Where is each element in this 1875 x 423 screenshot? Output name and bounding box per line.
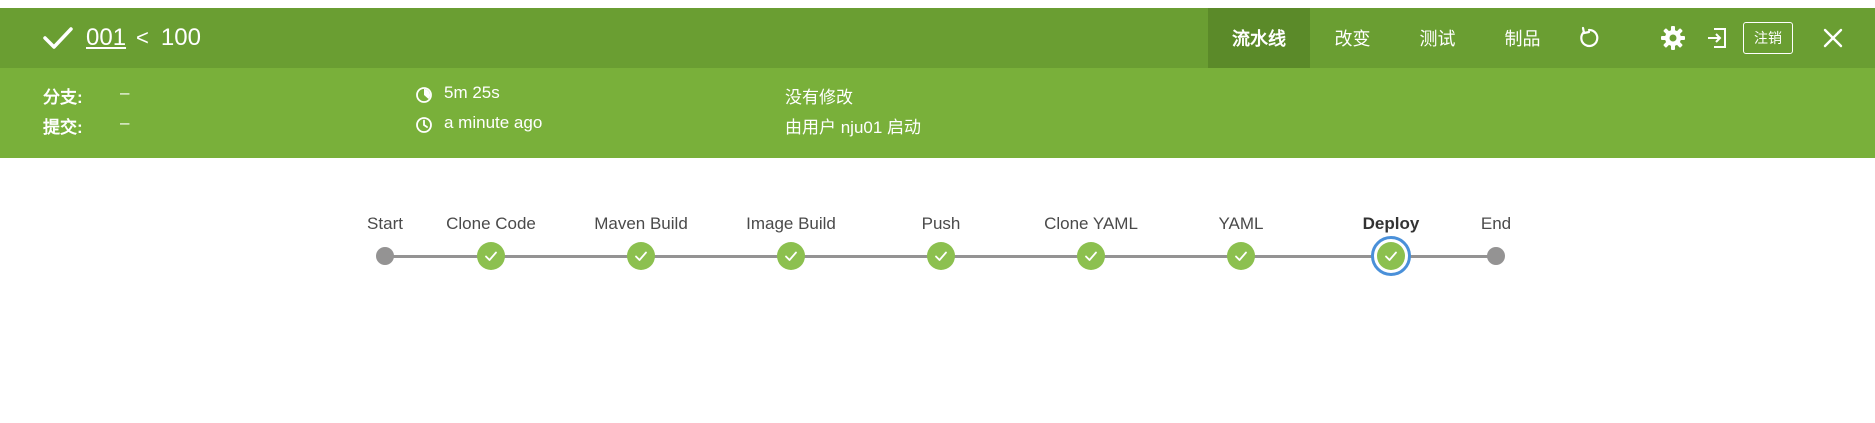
gear-icon bbox=[1661, 26, 1685, 50]
success-check-icon bbox=[785, 251, 797, 261]
success-check-icon bbox=[1235, 251, 1247, 261]
stage-label-deploy: Deploy bbox=[1362, 214, 1420, 233]
pipeline-graph: Start Clone Code Maven Build Image Build Pus… bbox=[0, 158, 1875, 423]
stage-label-clone-code: Clone Code bbox=[446, 214, 536, 233]
stage-label-image-build: Image Build bbox=[746, 214, 836, 233]
check-icon bbox=[43, 27, 73, 49]
tab-tests[interactable]: 测试 bbox=[1395, 8, 1480, 68]
run-total: 100 bbox=[160, 24, 201, 51]
tab-artifacts[interactable]: 制品 bbox=[1480, 8, 1565, 68]
settings-button[interactable] bbox=[1649, 8, 1697, 68]
tab-pipeline[interactable]: 流水线 bbox=[1208, 8, 1310, 68]
stage-label-end: End bbox=[1480, 214, 1512, 233]
branch-label: 分支: bbox=[43, 88, 83, 107]
replay-button[interactable] bbox=[1565, 8, 1613, 68]
success-check-icon bbox=[635, 251, 647, 261]
cause-value: 由用户 nju01 启动 bbox=[785, 118, 922, 137]
stage-label-maven-build: Maven Build bbox=[594, 214, 688, 233]
clock-icon bbox=[416, 117, 432, 133]
success-check-icon bbox=[1377, 242, 1405, 270]
close-button[interactable] bbox=[1809, 8, 1857, 68]
duration-value: 5m 25s bbox=[444, 83, 500, 102]
stage-label-yaml: YAML bbox=[1218, 214, 1264, 233]
duration-icon bbox=[416, 87, 432, 103]
replay-icon bbox=[1580, 26, 1599, 48]
commit-label: 提交: bbox=[43, 118, 83, 137]
run-title: 001 < 100 bbox=[86, 24, 201, 52]
run-details: 分支: – 提交: – 5m 25s a minute ago 没有修改 由用户… bbox=[0, 68, 1875, 158]
branch-value: – bbox=[120, 83, 130, 102]
stage-node-start bbox=[376, 247, 394, 265]
success-check-icon bbox=[1085, 251, 1097, 261]
success-check-icon bbox=[485, 251, 497, 261]
exit-button[interactable] bbox=[1697, 8, 1737, 68]
stage-node-clone-yaml[interactable] bbox=[1077, 242, 1105, 270]
chevron-left-icon: < bbox=[136, 25, 149, 50]
tab-changes[interactable]: 改变 bbox=[1310, 8, 1395, 68]
stage-node-deploy[interactable] bbox=[1371, 236, 1411, 276]
stage-node-end bbox=[1487, 247, 1505, 265]
stage-label-clone-yaml: Clone YAML bbox=[1044, 214, 1138, 233]
close-icon bbox=[1823, 28, 1843, 48]
logout-button[interactable]: 注销 bbox=[1743, 22, 1793, 54]
stage-node-yaml[interactable] bbox=[1227, 242, 1255, 270]
header-tabs: 流水线 改变 测试 制品 注销 bbox=[1208, 8, 1875, 68]
stage-node-push[interactable] bbox=[927, 242, 955, 270]
commit-value: – bbox=[120, 113, 130, 132]
top-strip bbox=[0, 0, 1875, 8]
stage-node-clone-code[interactable] bbox=[477, 242, 505, 270]
stage-node-maven-build[interactable] bbox=[627, 242, 655, 270]
exit-icon bbox=[1708, 28, 1726, 48]
changes-value: 没有修改 bbox=[785, 88, 853, 107]
stage-label-push: Push bbox=[921, 214, 961, 233]
run-number-link[interactable]: 001 bbox=[86, 24, 126, 52]
success-check-icon bbox=[935, 251, 947, 261]
stage-node-image-build[interactable] bbox=[777, 242, 805, 270]
stage-label-start: Start bbox=[367, 214, 403, 233]
run-header: 001 < 100 流水线 改变 测试 制品 注销 bbox=[0, 8, 1875, 68]
started-value: a minute ago bbox=[444, 113, 543, 132]
